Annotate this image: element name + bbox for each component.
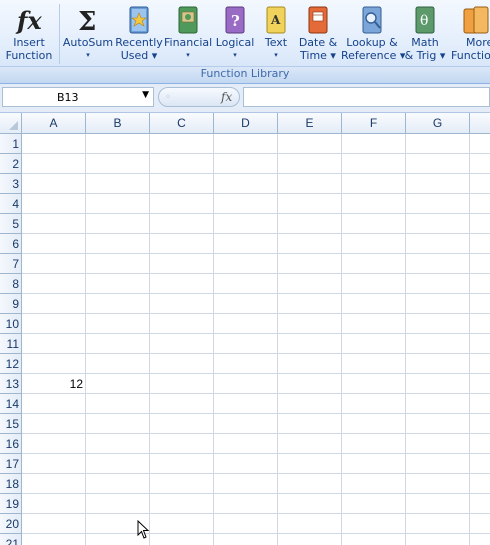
recently-used-button[interactable]: Recently Used ▾ (115, 0, 163, 68)
row-header-1[interactable]: 1 (0, 134, 22, 154)
date-time-label-2: Time ▾ (300, 49, 336, 62)
date-time-label-1: Date & (298, 36, 338, 49)
svg-text:Σ: Σ (78, 7, 96, 36)
row-header-12[interactable]: 12 (0, 354, 22, 374)
column-header-e[interactable]: E (278, 113, 342, 133)
svg-text:?: ? (231, 12, 240, 30)
svg-text:A: A (270, 13, 281, 27)
logical-icon: ? (225, 6, 245, 34)
financial-icon (178, 6, 198, 34)
autosum-label: AutoSum (62, 36, 114, 49)
date-time-icon (308, 6, 328, 34)
insert-function-fx-button[interactable]: fx (221, 90, 232, 104)
row-header-13[interactable]: 13 (0, 374, 22, 394)
insert-function-button[interactable]: fx Insert Function (2, 0, 56, 68)
function-library-group-label: Function Library (0, 66, 490, 83)
recently-used-icon (129, 6, 149, 34)
row-header-11[interactable]: 11 (0, 334, 22, 354)
svg-text:fx: fx (15, 6, 42, 35)
row-header-18[interactable]: 18 (0, 474, 22, 494)
math-trig-button[interactable]: θ Math & Trig ▾ (404, 0, 446, 68)
formula-input[interactable] (243, 87, 490, 107)
row-header-19[interactable]: 19 (0, 494, 22, 514)
row-header-16[interactable]: 16 (0, 434, 22, 454)
column-header-g[interactable]: G (406, 113, 470, 133)
resize-handle-icon[interactable]: ◦ (165, 92, 171, 103)
financial-label: Financial (164, 36, 213, 49)
name-box-value: B13 (57, 91, 79, 104)
ribbon-separator (59, 4, 60, 64)
more-functions-label-1: More (466, 36, 490, 49)
row-header-9[interactable]: 9 (0, 294, 22, 314)
text-arrow: ▾ (274, 51, 278, 59)
math-trig-label-1: Math (411, 36, 439, 49)
row-header-8[interactable]: 8 (0, 274, 22, 294)
math-trig-label-2: & Trig ▾ (404, 49, 446, 62)
row-header-3[interactable]: 3 (0, 174, 22, 194)
text-label: Text (264, 36, 288, 49)
date-time-button[interactable]: Date & Time ▾ (295, 0, 341, 68)
formula-bar-controls: ◦ fx (158, 87, 240, 107)
row-header-4[interactable]: 4 (0, 194, 22, 214)
more-functions-button[interactable]: More Functions (448, 0, 490, 68)
row-header-15[interactable]: 15 (0, 414, 22, 434)
chevron-down-icon[interactable]: ▼ (142, 90, 149, 100)
logical-arrow: ▾ (233, 51, 237, 59)
ribbon: fx Insert Function Σ AutoSum ▾ Recently … (0, 0, 490, 84)
financial-button[interactable]: Financial ▾ (164, 0, 212, 68)
row-header-21[interactable]: 21 (0, 534, 22, 545)
formula-bar: B13 ▼ ◦ fx (0, 84, 490, 113)
logical-label: Logical (215, 36, 255, 49)
column-header-d[interactable]: D (214, 113, 278, 133)
lookup-reference-button[interactable]: Lookup & Reference ▾ (341, 0, 406, 68)
logical-button[interactable]: ? Logical ▾ (213, 0, 257, 68)
column-header-a[interactable]: A (22, 113, 86, 133)
cell-a13[interactable]: 12 (22, 374, 86, 394)
cell-area[interactable] (22, 134, 490, 545)
column-headers: ABCDEFG (0, 113, 490, 134)
name-box[interactable]: B13 ▼ (2, 87, 154, 107)
autosum-icon: Σ (78, 7, 96, 36)
row-header-14[interactable]: 14 (0, 394, 22, 414)
select-all-button[interactable] (0, 113, 22, 133)
financial-arrow: ▾ (186, 51, 190, 59)
row-header-6[interactable]: 6 (0, 234, 22, 254)
recently-used-label-1: Recently (115, 36, 163, 49)
row-header-17[interactable]: 17 (0, 454, 22, 474)
column-header-b[interactable]: B (86, 113, 150, 133)
more-functions-icon (463, 6, 489, 34)
insert-function-label-1: Insert (13, 36, 45, 49)
mouse-pointer-icon (137, 520, 150, 539)
text-icon: A (266, 6, 286, 34)
lookup-reference-label-1: Lookup & (346, 36, 398, 49)
row-header-5[interactable]: 5 (0, 214, 22, 234)
svg-text:θ: θ (420, 13, 428, 29)
autosum-button[interactable]: Σ AutoSum ▾ (62, 0, 114, 68)
lookup-reference-icon (362, 6, 382, 34)
column-header-c[interactable]: C (150, 113, 214, 133)
row-header-20[interactable]: 20 (0, 514, 22, 534)
insert-function-label-2: Function (5, 49, 53, 62)
row-header-10[interactable]: 10 (0, 314, 22, 334)
recently-used-label-2: Used ▾ (120, 49, 158, 62)
column-header-f[interactable]: F (342, 113, 406, 133)
lookup-reference-label-2: Reference ▾ (341, 49, 406, 62)
row-header-7[interactable]: 7 (0, 254, 22, 274)
autosum-arrow: ▾ (86, 51, 90, 59)
insert-function-icon: fx (15, 6, 42, 35)
more-functions-label-2: Functions (451, 49, 490, 62)
math-trig-icon: θ (415, 6, 435, 34)
row-header-2[interactable]: 2 (0, 154, 22, 174)
worksheet-grid: ABCDEFG 1 2 3 4 5 6 7 8 9 10 11 12 13 14 15 16 17 18 19 20 2… (0, 113, 490, 545)
text-button[interactable]: A Text ▾ (258, 0, 294, 68)
